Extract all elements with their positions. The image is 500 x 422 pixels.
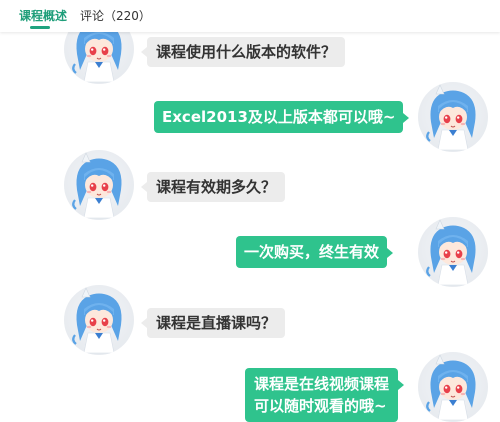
question-bubble: 课程使用什么版本的软件？ (140, 37, 346, 67)
answer-bubble: Excel2013及以上版本都可以哦~ (154, 101, 410, 133)
active-tab-indicator (30, 26, 50, 29)
question-bubble: 课程有效期多久？ (140, 172, 286, 202)
mascot-avatar (418, 82, 488, 152)
mascot-avatar (64, 150, 134, 220)
question-bubble: 课程是直播课吗？ (140, 308, 286, 338)
mascot-avatar (64, 285, 134, 355)
mascot-avatar (418, 217, 488, 287)
answer-line: 课程是在线视频课程 (254, 375, 390, 393)
answer-bubble: 一次购买，终生有效 (236, 236, 394, 268)
tab-course-overview[interactable]: 课程概述 (19, 8, 67, 24)
answer-line: 可以随时观看的哦~ (254, 397, 387, 415)
tab-reviews[interactable]: 评论（220） (80, 8, 151, 24)
answer-bubble: 课程是在线视频课程 可以随时观看的哦~ (245, 368, 405, 422)
mascot-avatar (418, 352, 488, 422)
tab-bar: 课程概述 评论（220） (0, 0, 500, 32)
